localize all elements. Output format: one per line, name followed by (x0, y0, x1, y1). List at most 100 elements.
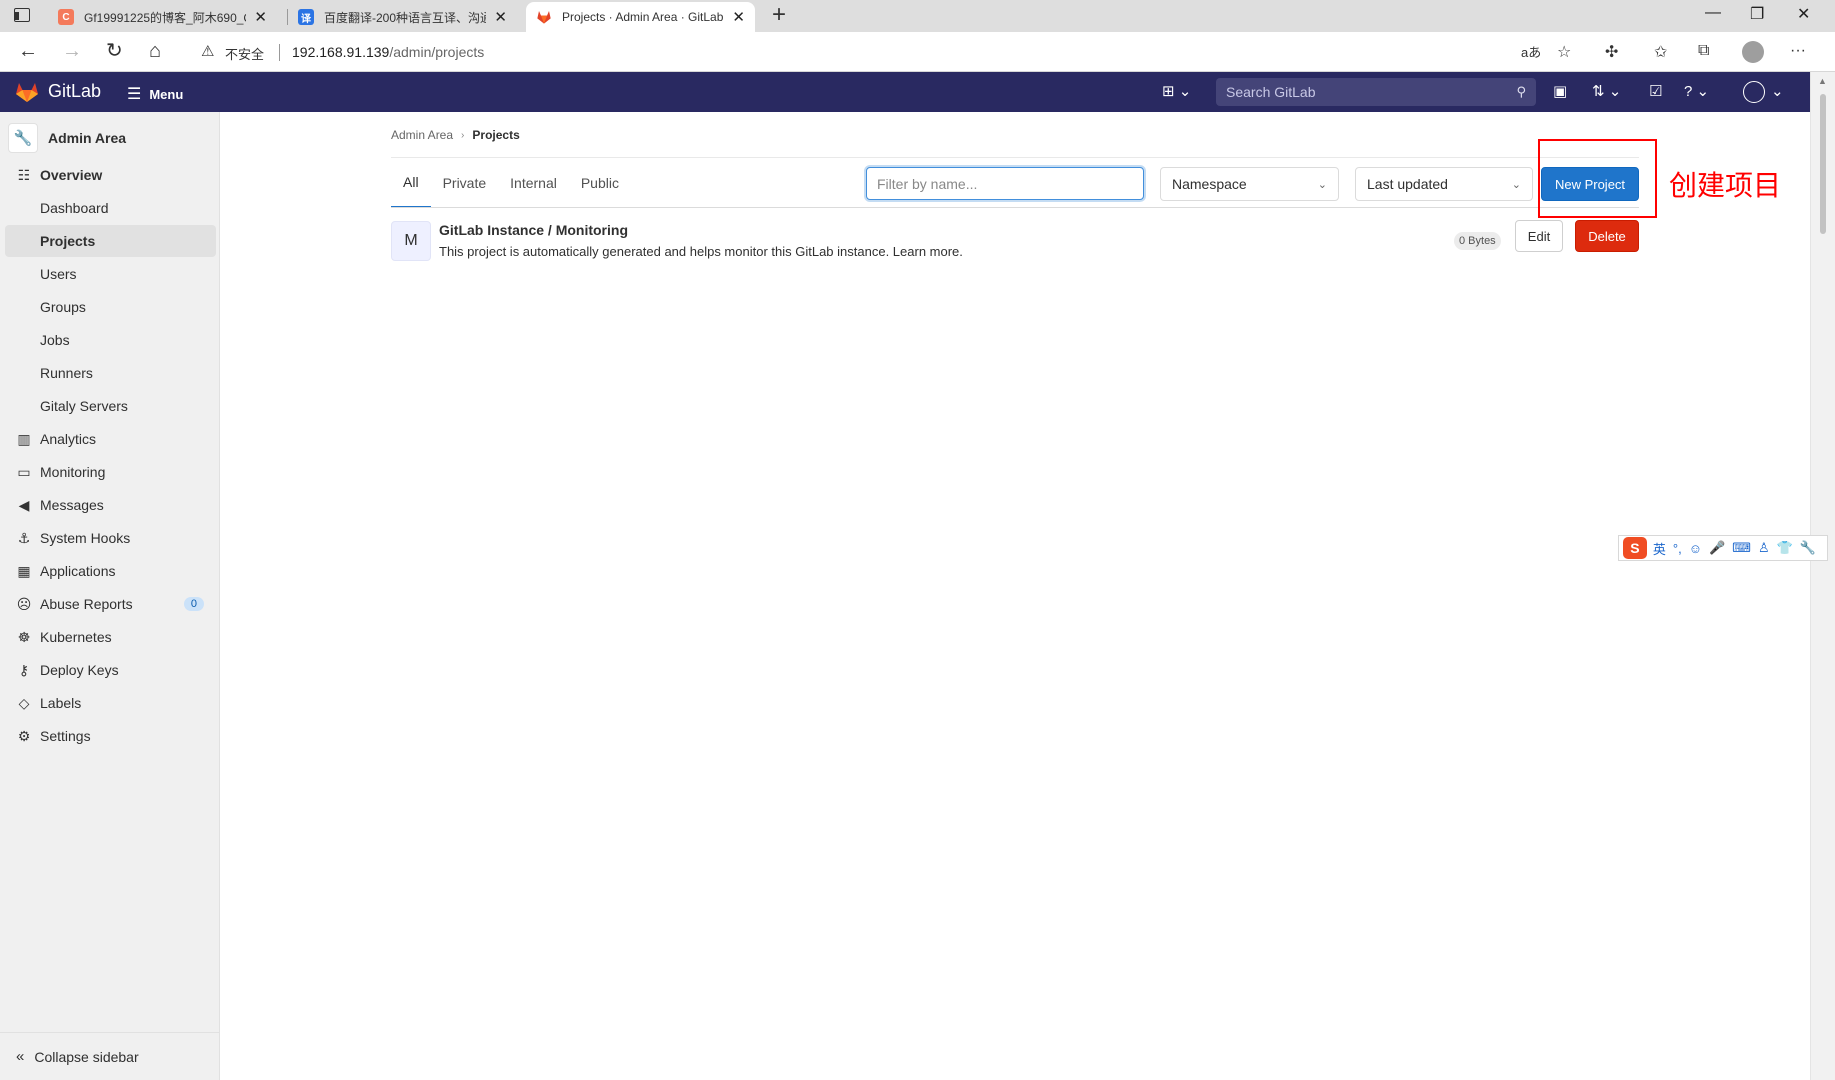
help-icon[interactable]: ? ⌄ (1684, 82, 1709, 100)
favorite-star-icon[interactable]: ☆ (1557, 42, 1571, 62)
monitor-icon: ▭ (17, 463, 31, 480)
sidebar-item-settings[interactable]: ⚙ Settings (5, 720, 216, 752)
tab-public[interactable]: Public (569, 158, 631, 208)
tab-actions-icon[interactable] (14, 8, 30, 22)
overview-icon: ☷ (17, 166, 31, 183)
menu-button[interactable]: ☰ Menu (127, 84, 183, 104)
tab-internal[interactable]: Internal (498, 158, 569, 208)
delete-button[interactable]: Delete (1575, 220, 1639, 252)
sidebar-item-runners[interactable]: Runners (5, 357, 216, 389)
chevron-right-icon: › (461, 129, 465, 141)
sidebar-item-label: Settings (40, 728, 91, 744)
warning-icon[interactable]: ⚠ (201, 42, 214, 60)
sidebar-item-gitaly-servers[interactable]: Gitaly Servers (5, 390, 216, 422)
todos-icon[interactable]: ☑ (1649, 82, 1662, 100)
sidebar-item-projects[interactable]: Projects (5, 225, 216, 257)
forward-icon[interactable]: → (62, 40, 82, 62)
wrench-icon[interactable]: 🔧 (1800, 540, 1816, 556)
sidebar-item-deploy-keys[interactable]: ⚷ Deploy Keys (5, 654, 216, 686)
extensions-icon[interactable]: ✣ (1605, 42, 1618, 62)
hook-icon: ⚓ (17, 529, 31, 546)
back-icon[interactable]: ← (18, 40, 38, 62)
sidebar-item-overview[interactable]: ☷ Overview (5, 159, 216, 191)
insecure-label[interactable]: 不安全 (225, 44, 264, 63)
scrollbar-thumb[interactable] (1820, 94, 1826, 234)
reload-icon[interactable]: ↻ (106, 40, 123, 62)
close-tab-icon[interactable]: ✕ (494, 8, 507, 26)
breadcrumb: Admin Area › Projects (391, 128, 520, 142)
namespace-dropdown[interactable]: Namespace ⌄ (1160, 167, 1339, 201)
megaphone-icon: ◀ (18, 496, 30, 513)
search-icon: ⚲ (1516, 84, 1526, 99)
sidebar-item-dashboard[interactable]: Dashboard (5, 192, 216, 224)
filter-by-name-input[interactable] (866, 167, 1144, 200)
abuse-count-badge: 0 (183, 597, 204, 611)
ime-toolbar: S 英 °, ☺ 🎤 ⌨ ♙ 👕 🔧 (1618, 535, 1828, 561)
browser-tab-csdn[interactable]: C Gf19991225的博客_阿木690_CSDN ✕ (48, 2, 277, 32)
sidebar-item-labels[interactable]: ◇ Labels (5, 687, 216, 719)
restore-icon[interactable]: ❐ (1750, 4, 1764, 24)
sidebar-item-analytics[interactable]: ▥ Analytics (5, 423, 216, 455)
user-avatar[interactable] (1743, 81, 1765, 103)
close-window-icon[interactable]: ✕ (1797, 4, 1810, 24)
sidebar-item-applications[interactable]: ▦ Applications (5, 555, 216, 587)
sidebar-item-jobs[interactable]: Jobs (5, 324, 216, 356)
skin-icon[interactable]: 👕 (1777, 540, 1793, 556)
edit-button[interactable]: Edit (1515, 220, 1563, 252)
sidebar-item-label: Kubernetes (40, 629, 112, 645)
sidebar-item-monitoring[interactable]: ▭ Monitoring (5, 456, 216, 488)
punctuation-icon[interactable]: °, (1673, 541, 1682, 556)
browser-profile-avatar[interactable] (1742, 41, 1764, 63)
minimize-icon[interactable]: — (1705, 4, 1721, 22)
tab-title: Gf19991225的博客_阿木690_CSDN (84, 10, 246, 25)
sidebar-item-messages[interactable]: ◀ Messages (5, 489, 216, 521)
tab-all[interactable]: All (391, 158, 431, 208)
sidebar-item-system-hooks[interactable]: ⚓ System Hooks (5, 522, 216, 554)
user-icon[interactable]: ♙ (1758, 540, 1770, 556)
issues-icon[interactable]: ▣ (1553, 82, 1567, 100)
url-field[interactable]: 192.168.91.139/admin/projects (292, 44, 484, 60)
ime-language-toggle[interactable]: 英 (1653, 539, 1666, 558)
gitlab-logo-icon[interactable] (15, 81, 39, 103)
create-new-icon[interactable]: ⊞ ⌄ (1162, 82, 1191, 100)
sidebar-item-kubernetes[interactable]: ☸ Kubernetes (5, 621, 216, 653)
settings-icon: ⚙ (17, 727, 31, 744)
breadcrumb-admin-area[interactable]: Admin Area (391, 128, 453, 142)
project-description: This project is automatically generated … (439, 244, 963, 259)
keyboard-icon[interactable]: ⌨ (1732, 540, 1751, 556)
microphone-icon[interactable]: 🎤 (1709, 540, 1725, 556)
sidebar-item-abuse-reports[interactable]: ☹ Abuse Reports 0 (5, 588, 216, 620)
search-gitlab-input[interactable]: Search GitLab ⚲ (1216, 78, 1536, 106)
sidebar-context-header[interactable]: 🔧 Admin Area (8, 122, 212, 154)
new-tab-button[interactable]: + (772, 2, 786, 28)
sogou-logo-icon[interactable]: S (1623, 537, 1647, 559)
scroll-up-icon[interactable]: ▲ (1818, 76, 1827, 86)
sort-label: Last updated (1367, 176, 1448, 192)
emoji-icon[interactable]: ☺ (1689, 541, 1702, 556)
close-tab-icon[interactable]: ✕ (732, 8, 745, 26)
read-aloud-icon[interactable]: aあ (1521, 42, 1541, 61)
breadcrumb-projects[interactable]: Projects (472, 128, 519, 142)
page-scrollbar[interactable]: ▲ (1810, 72, 1835, 1080)
chevron-down-icon[interactable]: ⌄ (1771, 82, 1784, 100)
gitlab-brand[interactable]: GitLab (48, 81, 101, 102)
merge-requests-icon[interactable]: ⇅ ⌄ (1592, 82, 1621, 100)
tab-private[interactable]: Private (431, 158, 499, 208)
sidebar-item-label: Abuse Reports (40, 596, 133, 612)
context-title: Admin Area (48, 130, 127, 146)
key-icon: ⚷ (18, 661, 30, 678)
sidebar-item-users[interactable]: Users (5, 258, 216, 290)
more-options-icon[interactable]: ··· (1790, 42, 1806, 60)
browser-tab-baidu-translate[interactable]: 译 百度翻译-200种语言互译、沟通全世界 ✕ (288, 2, 517, 32)
project-name-link[interactable]: GitLab Instance / Monitoring (439, 222, 628, 238)
sidebar-item-label: Deploy Keys (40, 662, 119, 678)
collections-icon[interactable]: ⧉ (1698, 42, 1709, 60)
sort-dropdown[interactable]: Last updated ⌄ (1355, 167, 1533, 201)
sidebar-item-groups[interactable]: Groups (5, 291, 216, 323)
browser-tab-gitlab[interactable]: Projects · Admin Area · GitLab ✕ (526, 2, 755, 32)
project-avatar[interactable]: M (391, 221, 431, 261)
collapse-sidebar-button[interactable]: « Collapse sidebar (0, 1032, 220, 1080)
favorites-icon[interactable]: ✩ (1654, 42, 1667, 62)
home-icon[interactable]: ⌂ (149, 40, 161, 62)
close-tab-icon[interactable]: ✕ (254, 8, 267, 26)
